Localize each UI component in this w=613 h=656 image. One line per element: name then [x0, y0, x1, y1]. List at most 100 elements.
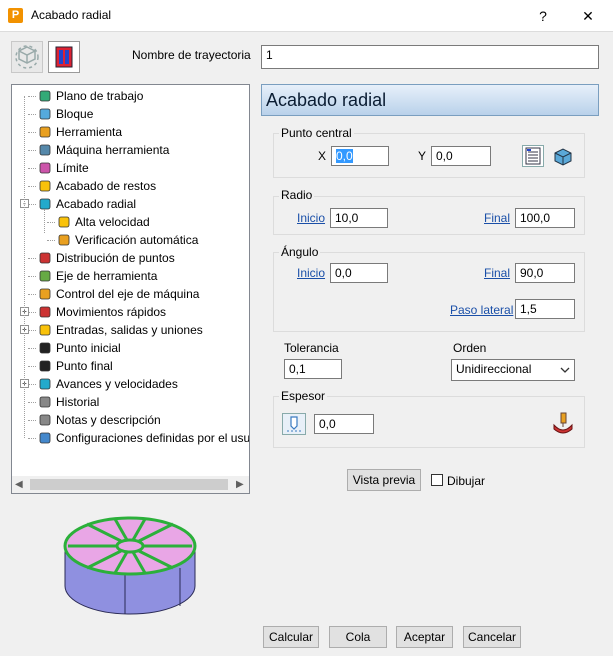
preview-button[interactable]: Vista previa [347, 469, 421, 491]
scrollbar-thumb[interactable] [30, 479, 228, 490]
angle-end-link[interactable]: Final [484, 266, 510, 280]
tree-item-rest-finishing[interactable]: Acabado de restos [12, 177, 247, 195]
tree-item-point-distribution[interactable]: Distribución de puntos [12, 249, 247, 267]
tree-item-label: Alta velocidad [75, 215, 150, 229]
queue-button[interactable]: Cola [329, 626, 387, 648]
cancel-button[interactable]: Cancelar [463, 626, 521, 648]
tree-item-high-speed[interactable]: Alta velocidad [12, 213, 247, 231]
tree-item-axis-control[interactable]: Control del eje de máquina [12, 285, 247, 303]
center-y-input[interactable]: 0,0 [431, 146, 491, 166]
tree-item-label: Historial [56, 395, 100, 409]
tree-connector [28, 186, 36, 187]
tree-connector [28, 312, 36, 313]
tree-item-auto-verify[interactable]: Verificación automática [12, 231, 247, 249]
tree-item-boundary[interactable]: Límite [12, 159, 247, 177]
history-icon [38, 395, 52, 409]
scroll-right-icon[interactable]: ▶ [236, 479, 244, 490]
tree-item-tool-axis[interactable]: Eje de herramienta [12, 267, 247, 285]
page-header: Acabado radial [261, 84, 599, 116]
tree-item-label: Movimientos rápidos [56, 305, 167, 319]
radius-start-input[interactable]: 10,0 [330, 208, 388, 228]
point-distribution-icon [38, 251, 52, 265]
workplane-icon [38, 89, 52, 103]
calculator-icon[interactable] [522, 145, 544, 167]
tree-connector [28, 114, 36, 115]
draw-label: Dibujar [447, 474, 486, 488]
radial-finishing-icon [38, 197, 52, 211]
tree-item-label: Distribución de puntos [56, 251, 175, 265]
radius-start-link[interactable]: Inicio [297, 211, 325, 225]
tree-connector [28, 384, 36, 385]
tree-item-label: Bloque [56, 107, 94, 121]
tree-item-end-point[interactable]: Punto final [12, 357, 247, 375]
thickness-toggle-icon[interactable] [282, 413, 306, 435]
tree-item-history[interactable]: Historial [12, 393, 247, 411]
tree-item-tool[interactable]: Herramienta [12, 123, 247, 141]
tree-connector [28, 294, 36, 295]
toolpath-name-input[interactable]: 1 [261, 45, 599, 69]
order-label: Orden [453, 341, 487, 355]
angle-end-input[interactable]: 90,0 [515, 263, 575, 283]
tree-item-machine-tool[interactable]: Máquina herramienta [12, 141, 247, 159]
tree-item-label: Eje de herramienta [56, 269, 158, 283]
stepover-input[interactable]: 1,5 [515, 299, 575, 319]
tree-item-workplane[interactable]: Plano de trabajo [12, 87, 247, 105]
tree-item-label: Control del eje de máquina [56, 287, 200, 301]
end-point-icon [38, 359, 52, 373]
angle-start-input[interactable]: 0,0 [330, 263, 388, 283]
tree-item-feeds-speeds[interactable]: Avances y velocidades + [12, 375, 247, 393]
order-select-value: Unidireccional [456, 362, 532, 376]
axis-control-icon [38, 287, 52, 301]
toolpath-strategy-icon[interactable] [11, 41, 43, 73]
strategy-preview-image [55, 506, 205, 619]
tree-horizontal-scrollbar[interactable]: ◀ ▶ [12, 476, 249, 493]
tree-connector [47, 222, 55, 223]
app-logo-icon: P [8, 8, 23, 23]
radius-label: Radio [279, 188, 315, 202]
radius-end-input[interactable]: 100,0 [515, 208, 575, 228]
tree-item-label: Notas y descripción [56, 413, 161, 427]
tree-item-radial-finishing[interactable]: Acabado radial - [12, 195, 247, 213]
center-point-label: Punto central [279, 126, 354, 140]
center-y-label: Y [418, 149, 427, 163]
tolerance-input[interactable]: 0,1 [284, 359, 342, 379]
tree-item-label: Acabado radial [56, 195, 137, 213]
close-button[interactable]: ✕ [573, 5, 603, 27]
block-center-icon[interactable] [552, 145, 574, 167]
tree-item-block[interactable]: Bloque [12, 105, 247, 123]
tree-item-label: Entradas, salidas y uniones [56, 323, 203, 337]
tree-item-leads-links[interactable]: Entradas, salidas y uniones + [12, 321, 247, 339]
center-x-value: 0,0 [336, 149, 353, 163]
center-x-input[interactable]: 0,0 [331, 146, 389, 166]
tree-connector [28, 96, 36, 97]
angle-start-link[interactable]: Inicio [297, 266, 325, 280]
tree-connector-vertical [24, 96, 25, 438]
radius-end-link[interactable]: Final [484, 211, 510, 225]
tree-item-notes[interactable]: Notas y descripción [12, 411, 247, 429]
leads-links-icon [38, 323, 52, 337]
tree-item-label: Avances y velocidades [56, 377, 178, 391]
thickness-input[interactable]: 0,0 [314, 414, 374, 434]
order-select[interactable]: Unidireccional [451, 359, 575, 381]
help-button[interactable]: ? [528, 5, 558, 27]
tree-item-label: Verificación automática [75, 233, 199, 247]
accept-button[interactable]: Aceptar [396, 626, 453, 648]
tree-item-start-point[interactable]: Punto inicial [12, 339, 247, 357]
center-x-label: X [318, 149, 327, 163]
tree-connector [28, 366, 36, 367]
parameters-icon[interactable] [48, 41, 80, 73]
scroll-left-icon[interactable]: ◀ [15, 479, 23, 490]
stepover-link[interactable]: Paso lateral [450, 303, 513, 317]
chevron-down-icon [560, 367, 570, 373]
tree-item-rapid-moves[interactable]: Movimientos rápidos + [12, 303, 247, 321]
tree-connector [28, 402, 36, 403]
tree-item-user-defined[interactable]: Configuraciones definidas por el usu [12, 429, 249, 447]
draw-checkbox[interactable] [431, 474, 443, 486]
tool-icon [38, 125, 52, 139]
component-thickness-icon[interactable] [551, 411, 575, 435]
tree-connector [28, 150, 36, 151]
tree-connector [28, 168, 36, 169]
tree-item-label: Máquina herramienta [56, 143, 170, 157]
angle-label: Ángulo [279, 245, 321, 259]
calculate-button[interactable]: Calcular [263, 626, 319, 648]
